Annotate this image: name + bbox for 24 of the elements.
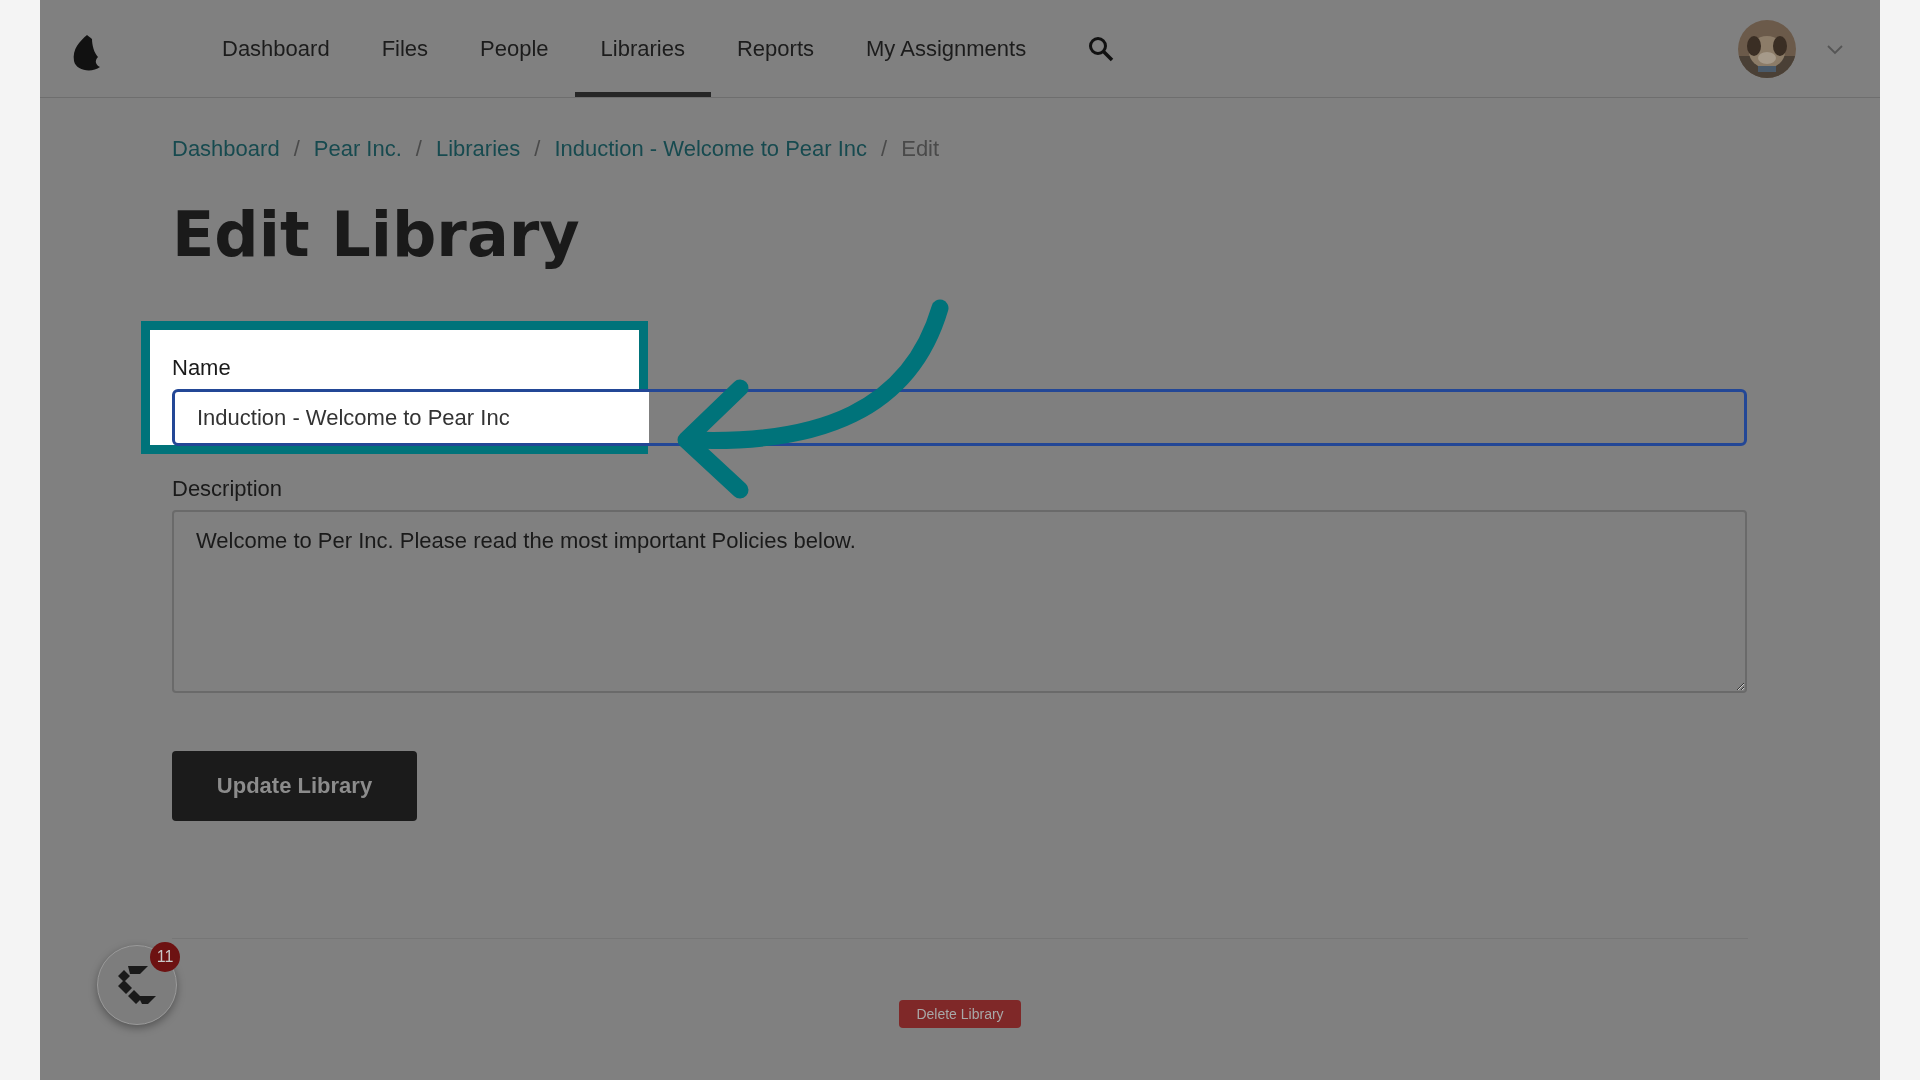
breadcrumb-link[interactable]: Pear Inc. bbox=[313, 136, 402, 162]
description-input-field[interactable]: Welcome to Per Inc. Please read the most important Policies below. bbox=[172, 510, 1747, 693]
field-label: Description bbox=[172, 476, 284, 502]
search-icon[interactable] bbox=[1088, 35, 1115, 62]
page-title: Edit Library bbox=[172, 198, 581, 271]
nav-tab[interactable]: People bbox=[454, 0, 575, 97]
update-button[interactable]: Update Library bbox=[172, 751, 417, 821]
chat-widget-button[interactable] bbox=[97, 945, 177, 1025]
breadcrumb-separator: / bbox=[415, 136, 422, 162]
breadcrumb-separator: / bbox=[293, 136, 300, 162]
nav-tab[interactable]: Reports bbox=[711, 0, 841, 97]
breadcrumb-link[interactable]: Dashboard bbox=[172, 136, 280, 162]
nav-tab[interactable]: Files bbox=[355, 0, 455, 97]
breadcrumb-separator: / bbox=[881, 136, 888, 162]
name-input-field[interactable]: Induction - Welcome to Pear Inc bbox=[172, 389, 1747, 446]
nav-tab[interactable]: My Assignments bbox=[840, 0, 1053, 97]
nav-tab[interactable]: Libraries bbox=[574, 0, 711, 97]
breadcrumb-separator: / bbox=[534, 136, 541, 162]
field-label: Name bbox=[172, 355, 232, 381]
delete-button[interactable]: Delete Library bbox=[899, 1000, 1021, 1028]
notification-badge: 11 bbox=[150, 942, 180, 972]
breadcrumb-link[interactable]: Induction - Welcome to Pear Inc bbox=[554, 136, 868, 162]
breadcrumb-link[interactable]: Libraries bbox=[435, 136, 521, 162]
nav-tab[interactable]: Dashboard bbox=[196, 0, 356, 97]
